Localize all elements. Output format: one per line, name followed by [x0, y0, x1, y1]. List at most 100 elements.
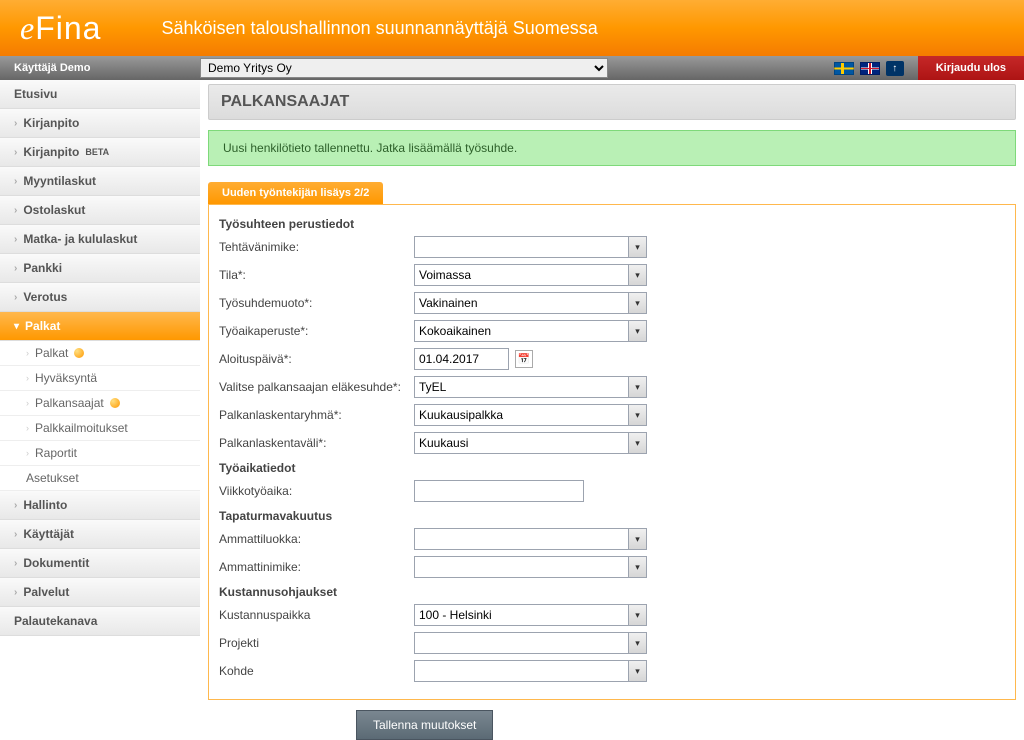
- sidebar-sub-palkat[interactable]: › Palkat: [0, 341, 200, 366]
- input-palkanlaskentavali[interactable]: [414, 432, 629, 454]
- flag-uk-icon[interactable]: [860, 62, 880, 75]
- sidebar-item-kayttajat[interactable]: › Käyttäjät: [0, 520, 200, 549]
- sidebar-item-home[interactable]: Etusivu: [0, 80, 200, 109]
- label-elakesuhde: Valitse palkansaajan eläkesuhde*:: [219, 380, 414, 394]
- main-content: PALKANSAAJAT Uusi henkilötieto tallennet…: [200, 80, 1024, 740]
- app-tagline: Sähköisen taloushallinnon suunnannäyttäj…: [161, 18, 597, 39]
- input-ammattinimike[interactable]: [414, 556, 629, 578]
- input-kustannuspaikka[interactable]: [414, 604, 629, 626]
- sidebar-item-hallinto[interactable]: › Hallinto: [0, 491, 200, 520]
- dropdown-palkanlaskentaryhma-icon[interactable]: ▾: [629, 404, 647, 426]
- sidebar-item-palkat[interactable]: ▾ Palkat: [0, 312, 200, 341]
- sidebar-item-label: Verotus: [23, 290, 67, 304]
- sidebar-item-label: Ostolaskut: [23, 203, 85, 217]
- section-kustannusohjaukset: Kustannusohjaukset: [219, 585, 1005, 599]
- dropdown-tila-icon[interactable]: ▾: [629, 264, 647, 286]
- input-ammattiluokka[interactable]: [414, 528, 629, 550]
- chevron-right-icon: ›: [26, 448, 29, 458]
- sidebar-item-label: Palkansaajat: [35, 396, 104, 410]
- label-aloituspaiva: Aloituspäivä*:: [219, 352, 414, 366]
- flag-sweden-icon[interactable]: [834, 62, 854, 75]
- success-message: Uusi henkilötieto tallennettu. Jatka lis…: [208, 130, 1016, 166]
- chevron-right-icon: ›: [14, 292, 17, 303]
- sidebar-item-palautekanava[interactable]: Palautekanava: [0, 607, 200, 636]
- sidebar-item-label: Palkat: [35, 346, 68, 360]
- logout-button[interactable]: Kirjaudu ulos: [918, 56, 1024, 80]
- input-tila[interactable]: [414, 264, 629, 286]
- input-tyosuhdemuoto[interactable]: [414, 292, 629, 314]
- section-tyoaikatiedot: Työaikatiedot: [219, 461, 1005, 475]
- sidebar-item-label: Hyväksyntä: [35, 371, 97, 385]
- sidebar-item-kirjanpito-beta[interactable]: › Kirjanpito BETA: [0, 138, 200, 167]
- sidebar-item-label: Käyttäjät: [23, 527, 74, 541]
- sidebar-item-dokumentit[interactable]: › Dokumentit: [0, 549, 200, 578]
- sidebar-item-pankki[interactable]: › Pankki: [0, 254, 200, 283]
- calendar-icon[interactable]: 📅: [515, 350, 533, 368]
- sidebar-sub-raportit[interactable]: › Raportit: [0, 441, 200, 466]
- logo-text: Fina: [35, 10, 101, 46]
- dropdown-ammattiluokka-icon[interactable]: ▾: [629, 528, 647, 550]
- dropdown-tyosuhdemuoto-icon[interactable]: ▾: [629, 292, 647, 314]
- sidebar-item-label: Etusivu: [14, 87, 57, 101]
- sidebar-sub-palkansaajat[interactable]: › Palkansaajat: [0, 391, 200, 416]
- chevron-right-icon: ›: [14, 529, 17, 540]
- current-user-label: Käyttäjä Demo: [0, 62, 200, 74]
- input-tyoaikaperuste[interactable]: [414, 320, 629, 342]
- sidebar-item-matka-kululaskut[interactable]: › Matka- ja kululaskut: [0, 225, 200, 254]
- upload-icon[interactable]: ↑: [886, 61, 904, 76]
- label-tyosuhdemuoto: Työsuhdemuoto*:: [219, 296, 414, 310]
- label-tehtavanimike: Tehtävänimike:: [219, 240, 414, 254]
- label-tila: Tila*:: [219, 268, 414, 282]
- input-palkanlaskentaryhma[interactable]: [414, 404, 629, 426]
- label-ammattiluokka: Ammattiluokka:: [219, 532, 414, 546]
- chevron-right-icon: ›: [14, 147, 17, 158]
- lang-switcher: ↑: [834, 61, 904, 76]
- label-kohde: Kohde: [219, 664, 414, 678]
- chevron-right-icon: ›: [14, 176, 17, 187]
- dropdown-tehtavanimike-icon[interactable]: ▾: [629, 236, 647, 258]
- page-title: PALKANSAAJAT: [208, 84, 1016, 120]
- sidebar-item-palvelut[interactable]: › Palvelut: [0, 578, 200, 607]
- save-button[interactable]: Tallenna muutokset: [356, 710, 493, 740]
- section-tapaturmavakuutus: Tapaturmavakuutus: [219, 509, 1005, 523]
- label-ammattinimike: Ammattinimike:: [219, 560, 414, 574]
- chevron-right-icon: ›: [14, 234, 17, 245]
- input-tehtavanimike[interactable]: [414, 236, 629, 258]
- chevron-right-icon: ›: [14, 205, 17, 216]
- label-palkanlaskentaryhma: Palkanlaskentaryhmä*:: [219, 408, 414, 422]
- sidebar-item-ostolaskut[interactable]: › Ostolaskut: [0, 196, 200, 225]
- input-viikkotyoaika[interactable]: [414, 480, 584, 502]
- tab-new-employee[interactable]: Uuden työntekijän lisäys 2/2: [208, 182, 383, 204]
- chevron-right-icon: ›: [26, 373, 29, 383]
- beta-badge: BETA: [85, 147, 109, 157]
- dropdown-kohde-icon[interactable]: ▾: [629, 660, 647, 682]
- label-palkanlaskentavali: Palkanlaskentaväli*:: [219, 436, 414, 450]
- sidebar-item-label: Palkkailmoitukset: [35, 421, 128, 435]
- input-aloituspaiva[interactable]: [414, 348, 509, 370]
- top-bar: Käyttäjä Demo Demo Yritys Oy ↑ Kirjaudu …: [0, 56, 1024, 80]
- dropdown-kustannuspaikka-icon[interactable]: ▾: [629, 604, 647, 626]
- sidebar-item-label: Matka- ja kululaskut: [23, 232, 137, 246]
- company-select[interactable]: Demo Yritys Oy: [200, 58, 608, 78]
- chevron-down-icon: ▾: [14, 321, 19, 332]
- dropdown-ammattinimike-icon[interactable]: ▾: [629, 556, 647, 578]
- input-kohde[interactable]: [414, 660, 629, 682]
- input-elakesuhde[interactable]: [414, 376, 629, 398]
- sidebar-item-myyntilaskut[interactable]: › Myyntilaskut: [0, 167, 200, 196]
- dropdown-palkanlaskentavali-icon[interactable]: ▾: [629, 432, 647, 454]
- dropdown-projekti-icon[interactable]: ▾: [629, 632, 647, 654]
- sidebar-sub-asetukset[interactable]: Asetukset: [0, 466, 200, 491]
- sidebar-item-label: Pankki: [23, 261, 62, 275]
- sidebar-item-verotus[interactable]: › Verotus: [0, 283, 200, 312]
- chevron-right-icon: ›: [26, 348, 29, 358]
- dropdown-elakesuhde-icon[interactable]: ▾: [629, 376, 647, 398]
- chevron-right-icon: ›: [14, 558, 17, 569]
- sidebar-item-label: Hallinto: [23, 498, 67, 512]
- input-projekti[interactable]: [414, 632, 629, 654]
- sidebar-sub-palkkailmoitukset[interactable]: › Palkkailmoitukset: [0, 416, 200, 441]
- notify-dot-icon: [74, 348, 84, 358]
- label-tyoaikaperuste: Työaikaperuste*:: [219, 324, 414, 338]
- sidebar-sub-hyvaksynta[interactable]: › Hyväksyntä: [0, 366, 200, 391]
- sidebar-item-kirjanpito[interactable]: › Kirjanpito: [0, 109, 200, 138]
- dropdown-tyoaikaperuste-icon[interactable]: ▾: [629, 320, 647, 342]
